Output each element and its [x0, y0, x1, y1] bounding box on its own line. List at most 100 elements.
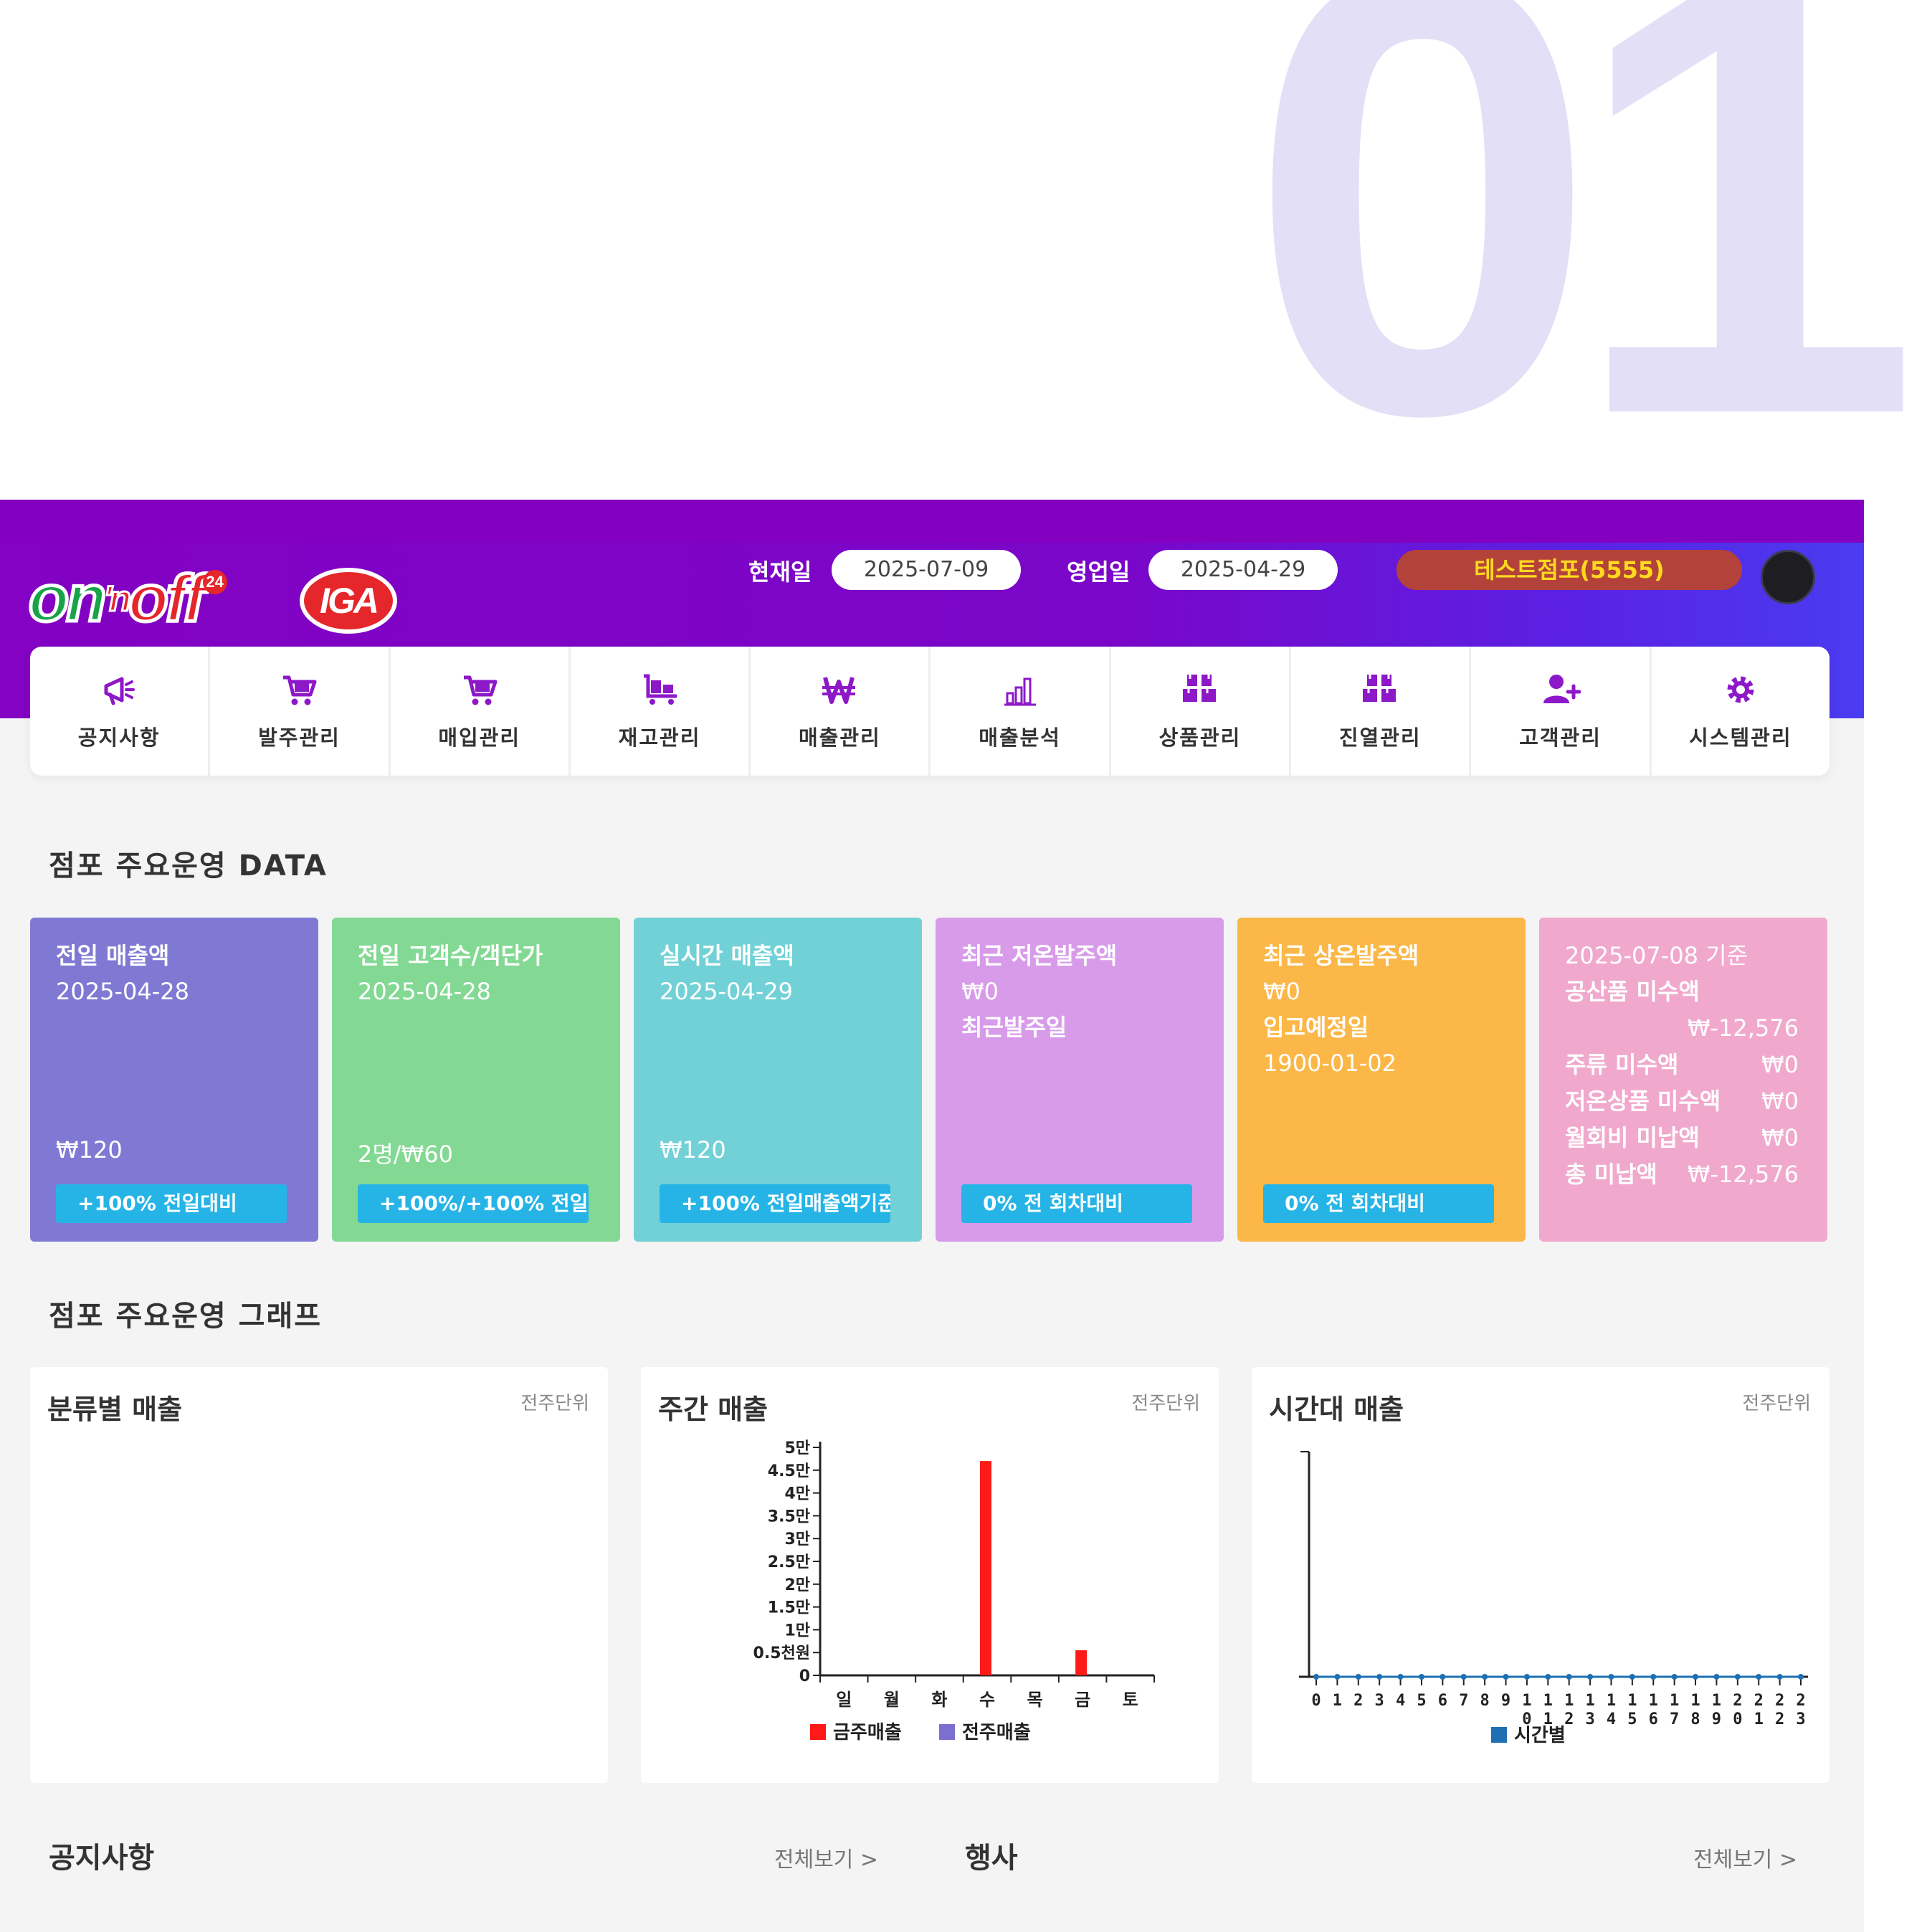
- hourly-point[interactable]: [1608, 1674, 1614, 1680]
- business-date-field[interactable]: 2025-04-29: [1148, 550, 1338, 590]
- bar-금주매출-수[interactable]: [980, 1461, 991, 1675]
- x-tick-label-char: 4: [1607, 1710, 1616, 1728]
- x-tick-label: 18: [1690, 1692, 1700, 1728]
- hourly-point[interactable]: [1756, 1674, 1762, 1680]
- nav-item-1[interactable]: 공지사항: [30, 647, 211, 776]
- x-tick-label-char: 1: [1543, 1692, 1553, 1710]
- hourly-point[interactable]: [1334, 1674, 1341, 1680]
- hourly-point[interactable]: [1650, 1674, 1657, 1680]
- card-compare-badge[interactable]: 0% 전 회차대비: [961, 1184, 1192, 1223]
- card-amount: ₩0: [961, 978, 999, 1005]
- x-tick-label: 17: [1670, 1692, 1679, 1728]
- hourly-point[interactable]: [1482, 1674, 1488, 1680]
- gear-icon: [1719, 671, 1762, 708]
- won-icon: [818, 671, 861, 708]
- x-tick-label: 21: [1754, 1692, 1764, 1728]
- y-tick-label: 2만: [784, 1576, 810, 1594]
- card-amount: ₩0: [1263, 978, 1300, 1005]
- summary-value: ₩0: [1761, 1051, 1799, 1078]
- hero-number: 01: [1247, 0, 1921, 546]
- y-tick-label: 1만: [784, 1622, 810, 1640]
- card-title: 실시간 매출액: [660, 942, 794, 969]
- nav-item-7[interactable]: 상품관리: [1111, 647, 1292, 776]
- x-tick-label-char: 1: [1564, 1692, 1574, 1710]
- x-tick-label-char: 2: [1353, 1692, 1363, 1710]
- notice-view-all-link[interactable]: 전체보기 >: [774, 1842, 878, 1873]
- hourly-point[interactable]: [1798, 1674, 1804, 1680]
- bar-금주매출-금[interactable]: [1075, 1650, 1088, 1675]
- logo-n-text: 'n: [103, 578, 133, 620]
- hourly-point[interactable]: [1397, 1674, 1404, 1680]
- hourly-point[interactable]: [1418, 1674, 1424, 1680]
- hourly-point[interactable]: [1671, 1674, 1678, 1680]
- x-tick-label-char: 3: [1585, 1710, 1594, 1728]
- card-compare-badge[interactable]: +100% 전일대비: [56, 1184, 287, 1223]
- nav-item-10[interactable]: 시스템관리: [1652, 647, 1830, 776]
- x-tick-label: 3: [1375, 1692, 1384, 1710]
- x-tick-label-char: 6: [1649, 1710, 1658, 1728]
- card-compare-badge[interactable]: +100% 전일매출액기준: [660, 1184, 890, 1223]
- x-tick-label-char: 1: [1522, 1692, 1531, 1710]
- hourly-point[interactable]: [1503, 1674, 1509, 1680]
- store-selector[interactable]: 테스트점포(5555): [1397, 550, 1742, 590]
- y-tick-label: 3만: [784, 1531, 810, 1548]
- current-date-field[interactable]: 2025-07-09: [832, 550, 1021, 590]
- nav-item-label: 상품관리: [1158, 725, 1242, 750]
- summary-date: 2025-07-08 기준: [1565, 942, 1748, 969]
- nav-item-2[interactable]: 발주관리: [210, 647, 391, 776]
- logo-badge: 24: [202, 570, 227, 594]
- hourly-point[interactable]: [1460, 1674, 1467, 1680]
- summary-value: ₩0: [1761, 1124, 1799, 1151]
- x-tick-label-char: 1: [1333, 1692, 1342, 1710]
- y-tick-label: 3.5만: [768, 1508, 810, 1526]
- card-value: 2명/₩60: [358, 1141, 453, 1168]
- avatar[interactable]: [1761, 550, 1815, 604]
- hourly-point[interactable]: [1313, 1674, 1319, 1680]
- x-tick-label: 10: [1522, 1692, 1531, 1728]
- nav-item-9[interactable]: 고객관리: [1471, 647, 1652, 776]
- x-tick-label: 금: [1075, 1690, 1090, 1710]
- hourly-point[interactable]: [1376, 1674, 1383, 1680]
- x-tick-label-char: 6: [1438, 1692, 1447, 1710]
- nav-item-5[interactable]: 매출관리: [751, 647, 931, 776]
- hourly-point[interactable]: [1523, 1674, 1530, 1680]
- onoff-logo[interactable]: on'noff 24: [27, 561, 272, 637]
- x-tick-label: 일: [836, 1690, 852, 1710]
- x-tick-label: 22: [1775, 1692, 1784, 1728]
- nav-item-3[interactable]: 매입관리: [391, 647, 571, 776]
- hourly-point[interactable]: [1629, 1674, 1635, 1680]
- panel-title: 분류별 매출: [47, 1394, 183, 1425]
- hourly-point[interactable]: [1776, 1674, 1783, 1680]
- nav-item-8[interactable]: 진열관리: [1291, 647, 1472, 776]
- hourly-point[interactable]: [1545, 1674, 1551, 1680]
- hourly-point[interactable]: [1566, 1674, 1572, 1680]
- hourly-point[interactable]: [1440, 1674, 1446, 1680]
- nav-item-4[interactable]: 재고관리: [571, 647, 751, 776]
- x-tick-label-char: 5: [1417, 1692, 1426, 1710]
- card-title: 전일 매출액: [56, 942, 170, 969]
- nav-item-label: 재고관리: [618, 725, 701, 750]
- x-tick-label: 14: [1607, 1692, 1616, 1728]
- nav-item-6[interactable]: 매출분석: [931, 647, 1111, 776]
- x-tick-label-char: 7: [1670, 1710, 1679, 1728]
- data-card: 실시간 매출액 2025-04-29 ₩120 +100% 전일매출액기준: [634, 918, 922, 1242]
- x-tick-label-char: 2: [1564, 1710, 1574, 1728]
- x-tick-label: 15: [1627, 1692, 1637, 1728]
- card-subtitle: 입고예정일: [1263, 1014, 1369, 1041]
- card-compare-badge[interactable]: 0% 전 회차대비: [1263, 1184, 1494, 1223]
- x-tick-label: 19: [1712, 1692, 1721, 1728]
- summary-row: 월회비 미납액 ₩0: [1565, 1120, 1799, 1156]
- y-tick-label: 2.5만: [768, 1553, 810, 1571]
- hourly-point[interactable]: [1355, 1674, 1361, 1680]
- hourly-point[interactable]: [1587, 1674, 1594, 1680]
- x-tick-label: 5: [1417, 1692, 1426, 1710]
- x-tick-label-char: 1: [1670, 1692, 1679, 1710]
- card-compare-badge[interactable]: +100%/+100% 전일대비: [358, 1184, 589, 1223]
- summary-label: 월회비 미납액: [1565, 1124, 1700, 1151]
- hourly-point[interactable]: [1734, 1674, 1741, 1680]
- hourly-point[interactable]: [1693, 1674, 1699, 1680]
- event-view-all-link[interactable]: 전체보기 >: [1693, 1842, 1797, 1873]
- hourly-point[interactable]: [1713, 1674, 1720, 1680]
- event-title: 행사: [965, 1842, 1018, 1875]
- summary-row: 주류 미수액 ₩0: [1565, 1047, 1799, 1083]
